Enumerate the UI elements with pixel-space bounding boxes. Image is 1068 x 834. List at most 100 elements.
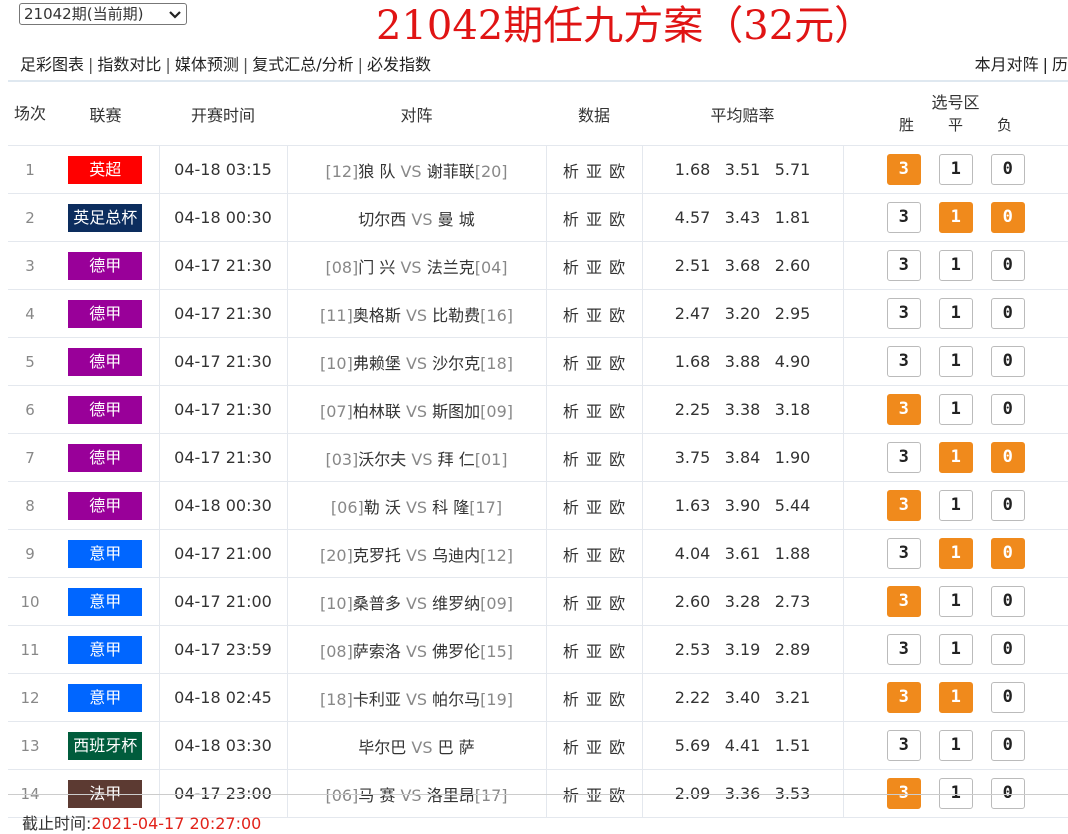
pick-win-button[interactable]: 3 bbox=[886, 538, 921, 569]
home-team[interactable]: 狼 队 bbox=[358, 162, 395, 181]
euro-odds-link[interactable]: 欧 bbox=[609, 642, 625, 661]
away-team[interactable]: 法兰克 bbox=[427, 258, 475, 277]
pick-draw-button[interactable]: 1 bbox=[938, 202, 973, 233]
asian-odds-link[interactable]: 亚 bbox=[586, 210, 602, 229]
nav-link-compound-summary[interactable]: 复式汇总/分析 bbox=[252, 55, 353, 74]
league-badge[interactable]: 德甲 bbox=[68, 395, 143, 424]
asian-odds-link[interactable]: 亚 bbox=[586, 306, 602, 325]
analysis-link[interactable]: 析 bbox=[563, 642, 579, 661]
asian-odds-link[interactable]: 亚 bbox=[586, 354, 602, 373]
pick-lose-button[interactable]: 0 bbox=[990, 634, 1025, 665]
pick-lose-button[interactable]: 0 bbox=[990, 442, 1025, 473]
analysis-link[interactable]: 析 bbox=[563, 402, 579, 421]
euro-odds-link[interactable]: 欧 bbox=[609, 546, 625, 565]
home-team[interactable]: 马 赛 bbox=[358, 786, 395, 805]
euro-odds-link[interactable]: 欧 bbox=[609, 498, 625, 517]
pick-win-button[interactable]: 3 bbox=[886, 490, 921, 521]
pick-win-button[interactable]: 3 bbox=[886, 154, 921, 185]
pick-lose-button[interactable]: 0 bbox=[990, 202, 1025, 233]
pick-draw-button[interactable]: 1 bbox=[938, 442, 973, 473]
asian-odds-link[interactable]: 亚 bbox=[586, 498, 602, 517]
league-badge[interactable]: 德甲 bbox=[68, 251, 143, 280]
pick-win-button[interactable]: 3 bbox=[886, 346, 921, 377]
away-team[interactable]: 拜 仁 bbox=[438, 450, 475, 469]
league-badge[interactable]: 意甲 bbox=[68, 683, 143, 712]
analysis-link[interactable]: 析 bbox=[563, 258, 579, 277]
euro-odds-link[interactable]: 欧 bbox=[609, 354, 625, 373]
euro-odds-link[interactable]: 欧 bbox=[609, 258, 625, 277]
home-team[interactable]: 毕尔巴 bbox=[358, 738, 406, 757]
asian-odds-link[interactable]: 亚 bbox=[586, 594, 602, 613]
home-team[interactable]: 切尔西 bbox=[358, 210, 406, 229]
euro-odds-link[interactable]: 欧 bbox=[609, 402, 625, 421]
pick-draw-button[interactable]: 1 bbox=[938, 394, 973, 425]
home-team[interactable]: 门 兴 bbox=[358, 258, 395, 277]
pick-draw-button[interactable]: 1 bbox=[938, 298, 973, 329]
analysis-link[interactable]: 析 bbox=[563, 690, 579, 709]
analysis-link[interactable]: 析 bbox=[563, 210, 579, 229]
asian-odds-link[interactable]: 亚 bbox=[586, 162, 602, 181]
pick-win-button[interactable]: 3 bbox=[886, 442, 921, 473]
asian-odds-link[interactable]: 亚 bbox=[586, 690, 602, 709]
nav-link-index-compare[interactable]: 指数对比 bbox=[97, 55, 161, 74]
analysis-link[interactable]: 析 bbox=[563, 546, 579, 565]
away-team[interactable]: 巴 萨 bbox=[438, 738, 475, 757]
analysis-link[interactable]: 析 bbox=[563, 306, 579, 325]
pick-lose-button[interactable]: 0 bbox=[990, 250, 1025, 281]
euro-odds-link[interactable]: 欧 bbox=[609, 738, 625, 757]
analysis-link[interactable]: 析 bbox=[563, 450, 579, 469]
euro-odds-link[interactable]: 欧 bbox=[609, 690, 625, 709]
pick-win-button[interactable]: 3 bbox=[886, 298, 921, 329]
pick-lose-button[interactable]: 0 bbox=[990, 730, 1025, 761]
pick-win-button[interactable]: 3 bbox=[886, 634, 921, 665]
analysis-link[interactable]: 析 bbox=[563, 738, 579, 757]
away-team[interactable]: 谢菲联 bbox=[427, 162, 475, 181]
euro-odds-link[interactable]: 欧 bbox=[609, 306, 625, 325]
asian-odds-link[interactable]: 亚 bbox=[586, 258, 602, 277]
league-badge[interactable]: 意甲 bbox=[68, 635, 143, 664]
asian-odds-link[interactable]: 亚 bbox=[586, 642, 602, 661]
asian-odds-link[interactable]: 亚 bbox=[586, 786, 602, 805]
pick-lose-button[interactable]: 0 bbox=[990, 346, 1025, 377]
league-badge[interactable]: 意甲 bbox=[68, 539, 143, 568]
league-badge[interactable]: 德甲 bbox=[68, 443, 143, 472]
analysis-link[interactable]: 析 bbox=[563, 594, 579, 613]
pick-win-button[interactable]: 3 bbox=[886, 202, 921, 233]
pick-lose-button[interactable]: 0 bbox=[990, 538, 1025, 569]
away-team[interactable]: 洛里昂 bbox=[427, 786, 475, 805]
pick-draw-button[interactable]: 1 bbox=[938, 682, 973, 713]
nav-link-media-forecast[interactable]: 媒体预测 bbox=[175, 55, 239, 74]
league-badge[interactable]: 西班牙杯 bbox=[68, 731, 143, 760]
home-team[interactable]: 卡利亚 bbox=[353, 690, 401, 709]
euro-odds-link[interactable]: 欧 bbox=[609, 162, 625, 181]
nav-link-history[interactable]: 历 bbox=[1052, 55, 1068, 74]
home-team[interactable]: 萨索洛 bbox=[353, 642, 401, 661]
pick-draw-button[interactable]: 1 bbox=[938, 730, 973, 761]
league-badge[interactable]: 意甲 bbox=[68, 587, 143, 616]
euro-odds-link[interactable]: 欧 bbox=[609, 594, 625, 613]
away-team[interactable]: 斯图加 bbox=[432, 402, 480, 421]
league-badge[interactable]: 英超 bbox=[68, 155, 143, 184]
pick-draw-button[interactable]: 1 bbox=[938, 586, 973, 617]
home-team[interactable]: 桑普多 bbox=[353, 594, 401, 613]
home-team[interactable]: 勒 沃 bbox=[364, 498, 401, 517]
analysis-link[interactable]: 析 bbox=[563, 354, 579, 373]
pick-draw-button[interactable]: 1 bbox=[938, 154, 973, 185]
away-team[interactable]: 比勒费 bbox=[432, 306, 480, 325]
league-badge[interactable]: 德甲 bbox=[68, 491, 143, 520]
home-team[interactable]: 沃尔夫 bbox=[358, 450, 406, 469]
pick-draw-button[interactable]: 1 bbox=[938, 250, 973, 281]
league-badge[interactable]: 英足总杯 bbox=[68, 203, 143, 232]
analysis-link[interactable]: 析 bbox=[563, 162, 579, 181]
away-team[interactable]: 曼 城 bbox=[438, 210, 475, 229]
pick-win-button[interactable]: 3 bbox=[886, 730, 921, 761]
analysis-link[interactable]: 析 bbox=[563, 498, 579, 517]
pick-draw-button[interactable]: 1 bbox=[938, 538, 973, 569]
pick-draw-button[interactable]: 1 bbox=[938, 490, 973, 521]
pick-win-button[interactable]: 3 bbox=[886, 250, 921, 281]
home-team[interactable]: 柏林联 bbox=[353, 402, 401, 421]
away-team[interactable]: 帕尔马 bbox=[432, 690, 480, 709]
away-team[interactable]: 佛罗伦 bbox=[432, 642, 480, 661]
pick-win-button[interactable]: 3 bbox=[886, 394, 921, 425]
pick-lose-button[interactable]: 0 bbox=[990, 298, 1025, 329]
